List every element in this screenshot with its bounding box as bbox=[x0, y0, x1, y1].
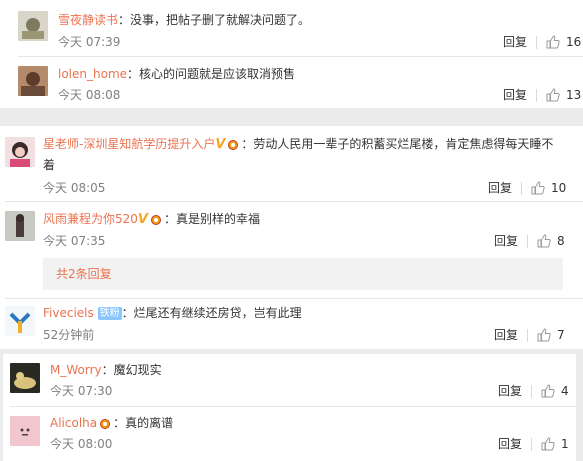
separator bbox=[527, 235, 528, 248]
avatar-image bbox=[5, 137, 35, 167]
sub-replies-box[interactable]: 共2条回复 bbox=[43, 258, 563, 290]
comment-time: 今天 08:08 bbox=[58, 88, 121, 102]
avatar-image bbox=[5, 306, 35, 336]
comment-group-1: 雪夜静读书：没事，把帖子删了就解决问题了。 今天 07:39 回复 16 lol… bbox=[0, 0, 583, 108]
divider bbox=[10, 406, 576, 407]
like-count: 4 bbox=[561, 384, 569, 398]
comment-text-row: lolen_home：核心的问题就是应该取消预售 bbox=[58, 65, 583, 83]
separator bbox=[531, 438, 532, 451]
like-button[interactable]: 8 bbox=[537, 233, 573, 249]
comment-time: 今天 08:00 bbox=[50, 437, 113, 451]
reply-button[interactable]: 回复 bbox=[494, 327, 518, 343]
separator bbox=[531, 385, 532, 398]
verified-v-icon: V bbox=[137, 211, 148, 227]
comment-time: 今天 07:39 bbox=[58, 35, 121, 49]
thumbs-up-icon bbox=[546, 88, 560, 102]
username-link[interactable]: 星老师-深圳星知航学历提升入户 bbox=[43, 137, 215, 151]
comment-time: 52分钟前 bbox=[43, 328, 95, 342]
avatar[interactable] bbox=[18, 66, 48, 96]
comment-content: ：没事，把帖子删了就解决问题了。 bbox=[118, 13, 311, 27]
comment-text-row: 风雨兼程为你520V ：真是别样的幸福 bbox=[43, 210, 583, 229]
comment-content: ：核心的问题就是应该取消预售 bbox=[127, 67, 296, 81]
username-link[interactable]: Fiveciels bbox=[43, 306, 94, 320]
vip-crown-icon bbox=[225, 138, 241, 152]
separator bbox=[536, 89, 537, 102]
fan-badge: 铁粉 bbox=[97, 307, 122, 320]
comment-group-2: 星老师-深圳星知航学历提升入户V ：劳动人民用一辈子的积蓄买烂尾楼，肯定焦虑得每天… bbox=[0, 126, 583, 349]
comment-content: ：劳动人民用一辈子的积蓄买烂尾楼，肯定焦虑得每天睡不 bbox=[241, 137, 554, 151]
avatar[interactable] bbox=[5, 137, 35, 167]
avatar[interactable] bbox=[10, 363, 40, 393]
comment-content: ：魔幻现实 bbox=[101, 363, 162, 377]
reply-button[interactable]: 回复 bbox=[488, 180, 512, 196]
divider bbox=[5, 201, 583, 202]
divider bbox=[18, 56, 583, 57]
separator bbox=[521, 182, 522, 195]
comment-time: 今天 07:30 bbox=[50, 384, 113, 398]
comment-time: 今天 08:05 bbox=[43, 181, 106, 195]
like-count: 1 bbox=[561, 437, 569, 451]
thumbs-up-icon bbox=[546, 35, 560, 49]
username-link[interactable]: Alicolha bbox=[50, 416, 97, 430]
view-more-replies-link[interactable]: 共2条回复 bbox=[56, 266, 112, 282]
avatar[interactable] bbox=[18, 11, 48, 41]
comment-content: ：真是别样的幸福 bbox=[163, 212, 260, 226]
thumbs-up-icon bbox=[531, 181, 545, 195]
thumbs-up-icon bbox=[541, 437, 555, 451]
avatar[interactable] bbox=[10, 416, 40, 446]
comment-content-cont: 着 bbox=[43, 158, 56, 172]
comment-group-3: M_Worry：魔幻现实 今天 07:30 回复 4 Alicolha ：真的离谱… bbox=[3, 354, 576, 461]
avatar-image bbox=[10, 416, 40, 446]
like-button[interactable]: 16 bbox=[546, 34, 582, 50]
like-count: 7 bbox=[557, 328, 565, 342]
reply-button[interactable]: 回复 bbox=[494, 233, 518, 249]
comment-time: 今天 07:35 bbox=[43, 234, 106, 248]
reply-button[interactable]: 回复 bbox=[498, 436, 522, 452]
avatar[interactable] bbox=[5, 211, 35, 241]
username-link[interactable]: lolen_home bbox=[58, 67, 127, 81]
avatar[interactable] bbox=[5, 306, 35, 336]
comment-text-row: 星老师-深圳星知航学历提升入户V ：劳动人民用一辈子的积蓄买烂尾楼，肯定焦虑得每天… bbox=[43, 135, 583, 154]
comment-text-row: 雪夜静读书：没事，把帖子删了就解决问题了。 bbox=[58, 11, 583, 29]
reply-button[interactable]: 回复 bbox=[503, 87, 527, 103]
comment-text-row: M_Worry：魔幻现实 bbox=[50, 361, 576, 379]
like-button[interactable]: 10 bbox=[531, 180, 571, 196]
username-link[interactable]: 雪夜静读书 bbox=[58, 13, 118, 27]
like-button[interactable]: 4 bbox=[541, 383, 573, 399]
like-button[interactable]: 7 bbox=[537, 327, 573, 343]
like-count: 8 bbox=[557, 234, 565, 248]
comment-content: ：烂尾还有继续还房贷，岂有此理 bbox=[121, 306, 302, 320]
like-count: 13 bbox=[566, 88, 582, 102]
like-button[interactable]: 13 bbox=[546, 87, 582, 103]
reply-button[interactable]: 回复 bbox=[503, 34, 527, 50]
comment-text-row-2: 着 bbox=[43, 156, 583, 174]
like-count: 16 bbox=[566, 35, 582, 49]
divider bbox=[5, 298, 583, 299]
vip-crown-icon bbox=[148, 213, 164, 227]
username-link[interactable]: M_Worry bbox=[50, 363, 102, 377]
like-count: 10 bbox=[551, 181, 567, 195]
avatar-image bbox=[10, 363, 40, 393]
thumbs-up-icon bbox=[537, 328, 551, 342]
comment-text-row: Alicolha ：真的离谱 bbox=[50, 414, 576, 432]
vip-crown-icon bbox=[97, 417, 113, 431]
separator bbox=[536, 36, 537, 49]
avatar-image bbox=[18, 11, 48, 41]
separator bbox=[527, 329, 528, 342]
avatar-image bbox=[5, 211, 35, 241]
reply-button[interactable]: 回复 bbox=[498, 383, 522, 399]
like-button[interactable]: 1 bbox=[541, 436, 573, 452]
comment-content: ：真的离谱 bbox=[113, 416, 174, 430]
verified-v-icon: V bbox=[215, 136, 226, 152]
thumbs-up-icon bbox=[537, 234, 551, 248]
thumbs-up-icon bbox=[541, 384, 555, 398]
avatar-image bbox=[18, 66, 48, 96]
username-link[interactable]: 风雨兼程为你520 bbox=[43, 212, 138, 226]
comment-text-row: Fiveciels 铁粉 ：烂尾还有继续还房贷，岂有此理 bbox=[43, 304, 583, 322]
